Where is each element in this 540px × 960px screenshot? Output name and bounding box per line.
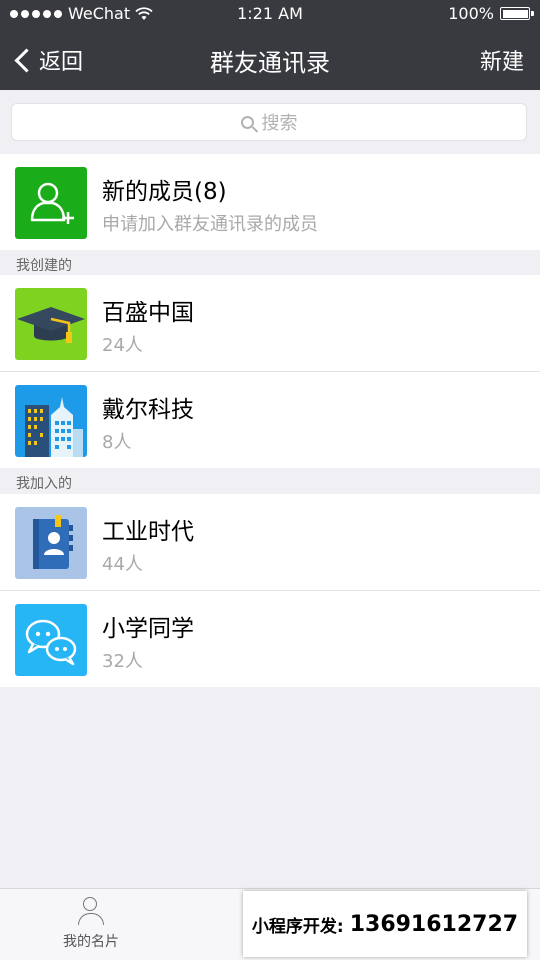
member-count: 44人: [102, 554, 143, 575]
section-label-created: 我创建的: [16, 258, 72, 274]
battery-percent: 100%: [448, 4, 494, 23]
group-row-classmates[interactable]: 小学同学 32人: [0, 591, 540, 687]
page-title: 群友通讯录: [210, 49, 330, 77]
person-icon: [77, 897, 105, 927]
group-row-industry[interactable]: 工业时代 44人: [0, 494, 540, 590]
promo-label: 小程序开发:: [251, 916, 344, 937]
group-row-baisheng[interactable]: 百盛中国 24人: [0, 275, 540, 371]
member-count: 32人: [102, 651, 143, 672]
member-count: 24人: [102, 335, 143, 356]
add-person-icon: [15, 167, 87, 239]
section-label-joined: 我加入的: [16, 476, 72, 492]
chat-bubbles-icon: [15, 604, 87, 676]
tab-my-card-label: 我的名片: [63, 934, 119, 950]
graduation-cap-icon: [15, 288, 87, 360]
promo-banner: 小程序开发: 13691612727: [243, 891, 527, 957]
promo-phone: 13691612727: [349, 911, 519, 937]
nav-bar: 返回 群友通讯录 新建: [0, 28, 540, 90]
group-name: 小学同学: [102, 616, 194, 642]
member-count: 8人: [102, 432, 132, 453]
new-members-title: 新的成员(8): [102, 179, 227, 205]
status-bar: WeChat 1:21 AM 100%: [0, 0, 540, 28]
new-members-row[interactable]: 新的成员(8) 申请加入群友通讯录的成员: [0, 154, 540, 250]
search-placeholder: 搜索: [261, 113, 298, 134]
tab-my-card[interactable]: 我的名片: [46, 897, 136, 951]
group-name: 戴尔科技: [102, 397, 194, 423]
group-name: 百盛中国: [102, 300, 194, 326]
group-name: 工业时代: [102, 519, 194, 545]
search-area: 搜索: [0, 90, 540, 154]
battery-status: 100%: [448, 4, 534, 23]
battery-icon: [500, 7, 534, 20]
new-button[interactable]: 新建: [480, 44, 524, 76]
city-buildings-icon: [15, 385, 87, 457]
group-row-dell[interactable]: 戴尔科技 8人: [0, 372, 540, 468]
search-icon: [240, 115, 254, 129]
new-members-subtitle: 申请加入群友通讯录的成员: [102, 214, 318, 235]
tab-bar: 我的名片 小程序开发: 13691612727: [0, 888, 540, 960]
contact-book-icon: [15, 507, 87, 579]
search-input[interactable]: 搜索: [11, 103, 527, 141]
